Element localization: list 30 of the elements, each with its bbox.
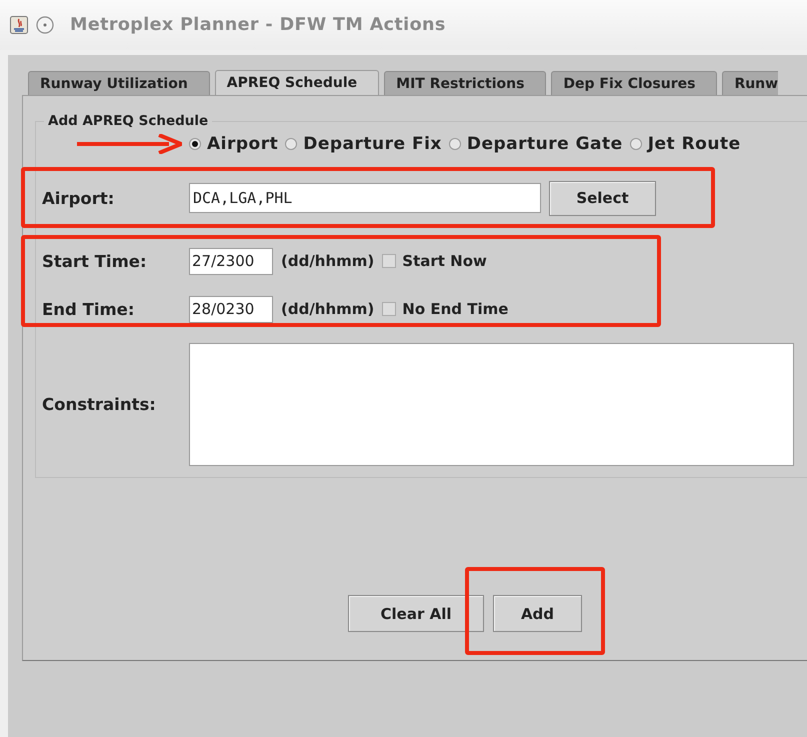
field-label: Start Time: <box>42 252 148 270</box>
format-hint: (dd/hhmm) <box>281 252 374 270</box>
tab[interactable]: MIT Restrictions <box>384 71 546 95</box>
input-field[interactable]: DCA,LGA,PHL <box>189 183 541 213</box>
checkbox[interactable] <box>382 254 396 268</box>
radio-option[interactable]: Airport <box>189 134 278 154</box>
field-label: Constraints: <box>42 395 157 414</box>
field-label: End Time: <box>42 300 136 318</box>
field-label: Airport: <box>42 188 116 208</box>
app-icon <box>10 16 28 34</box>
tab[interactable]: Runw <box>722 71 778 95</box>
group-title: Add APREQ Schedule <box>47 113 210 129</box>
tab[interactable]: Dep Fix Closures <box>551 71 718 95</box>
radio-option[interactable]: Jet Route <box>630 134 741 154</box>
time-field[interactable]: 27/2300 <box>189 248 273 274</box>
time-field[interactable]: 28/0230 <box>189 296 273 322</box>
radio-option[interactable]: Departure Gate <box>448 134 623 154</box>
checkbox-label[interactable]: Start Now <box>402 252 487 270</box>
format-hint: (dd/hhmm) <box>281 300 374 318</box>
tab[interactable]: Runway Utilization <box>28 71 210 95</box>
add-button[interactable]: Add <box>493 595 582 632</box>
select-button[interactable]: Select <box>549 180 656 216</box>
constraints-field[interactable] <box>189 343 794 466</box>
radio-option[interactable]: Departure Fix <box>285 134 442 154</box>
window-menu-icon[interactable] <box>36 16 54 34</box>
checkbox[interactable] <box>382 302 396 316</box>
tab[interactable]: APREQ Schedule <box>214 70 380 95</box>
window-title: Metroplex Planner - DFW TM Actions <box>70 15 446 35</box>
clear-all-button[interactable]: Clear All <box>348 595 484 632</box>
checkbox-label[interactable]: No End Time <box>402 300 508 318</box>
